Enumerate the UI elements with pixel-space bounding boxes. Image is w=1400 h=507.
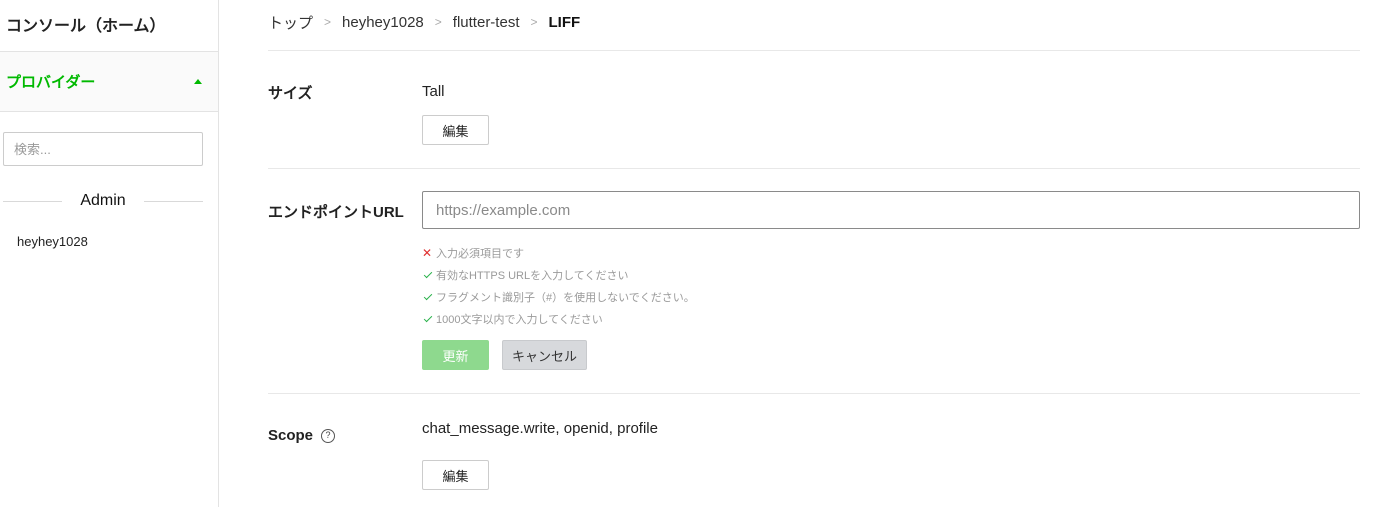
validation-text: フラグメント識別子（#）を使用しないでください。 — [436, 292, 695, 304]
divider — [3, 200, 63, 202]
validation-item: フラグメント識別子（#）を使用しないでください。 — [422, 286, 695, 308]
size-value: Tall — [422, 83, 445, 100]
breadcrumb-item-top[interactable]: トップ — [268, 12, 313, 33]
scope-label: Scope — [268, 427, 314, 444]
validation-text: 1000文字以内で入力してください — [436, 314, 603, 326]
sidebar-home-link[interactable]: コンソール（ホーム） — [0, 0, 218, 52]
check-icon — [423, 269, 433, 278]
update-button[interactable]: 更新 — [422, 340, 489, 370]
breadcrumb-item-current: LIFF — [548, 13, 581, 31]
provider-search-input[interactable] — [3, 132, 203, 166]
sidebar-provider-toggle[interactable]: プロバイダー — [0, 52, 218, 112]
sidebar-section-title: Admin — [80, 192, 126, 209]
endpoint-url-label: エンドポイントURL — [268, 204, 404, 221]
scope-value: chat_message.write, openid, profile — [422, 420, 658, 437]
sidebar-section-header: Admin — [3, 190, 204, 212]
validation-item: 1000文字以内で入力してください — [422, 308, 695, 330]
divider — [268, 168, 1360, 169]
scope-label-group: Scope ? — [268, 427, 336, 444]
divider — [268, 50, 1360, 51]
chevron-right-icon: > — [434, 15, 442, 29]
validation-text: 入力必須項目です — [436, 248, 524, 260]
validation-text: 有効なHTTPS URLを入力してください — [436, 270, 629, 282]
sidebar-item-account[interactable]: heyhey1028 — [17, 234, 88, 249]
size-edit-button[interactable]: 編集 — [422, 115, 489, 145]
breadcrumb: トップ > heyhey1028 > flutter-test > LIFF — [268, 12, 580, 32]
endpoint-url-input[interactable] — [422, 191, 1360, 229]
breadcrumb-item-channel[interactable]: flutter-test — [453, 14, 520, 31]
size-label: サイズ — [268, 85, 313, 102]
check-icon — [423, 291, 433, 300]
sidebar: コンソール（ホーム） プロバイダー Admin heyhey1028 — [0, 0, 219, 507]
error-x-icon: ✕ — [422, 246, 433, 260]
cancel-button[interactable]: キャンセル — [502, 340, 587, 370]
check-icon — [423, 313, 433, 322]
divider — [268, 393, 1360, 394]
breadcrumb-item-provider[interactable]: heyhey1028 — [342, 14, 424, 31]
validation-item: ✕ 入力必須項目です — [422, 242, 695, 264]
validation-item: 有効なHTTPS URLを入力してください — [422, 264, 695, 286]
validation-list: ✕ 入力必須項目です 有効なHTTPS URLを入力してください フラグメント識… — [422, 242, 695, 330]
divider — [143, 200, 204, 202]
help-icon[interactable]: ? — [321, 428, 336, 443]
caret-up-icon — [194, 79, 202, 84]
scope-edit-button[interactable]: 編集 — [422, 460, 489, 490]
chevron-right-icon: > — [530, 15, 538, 29]
chevron-right-icon: > — [324, 15, 332, 29]
sidebar-provider-label: プロバイダー — [6, 74, 96, 91]
